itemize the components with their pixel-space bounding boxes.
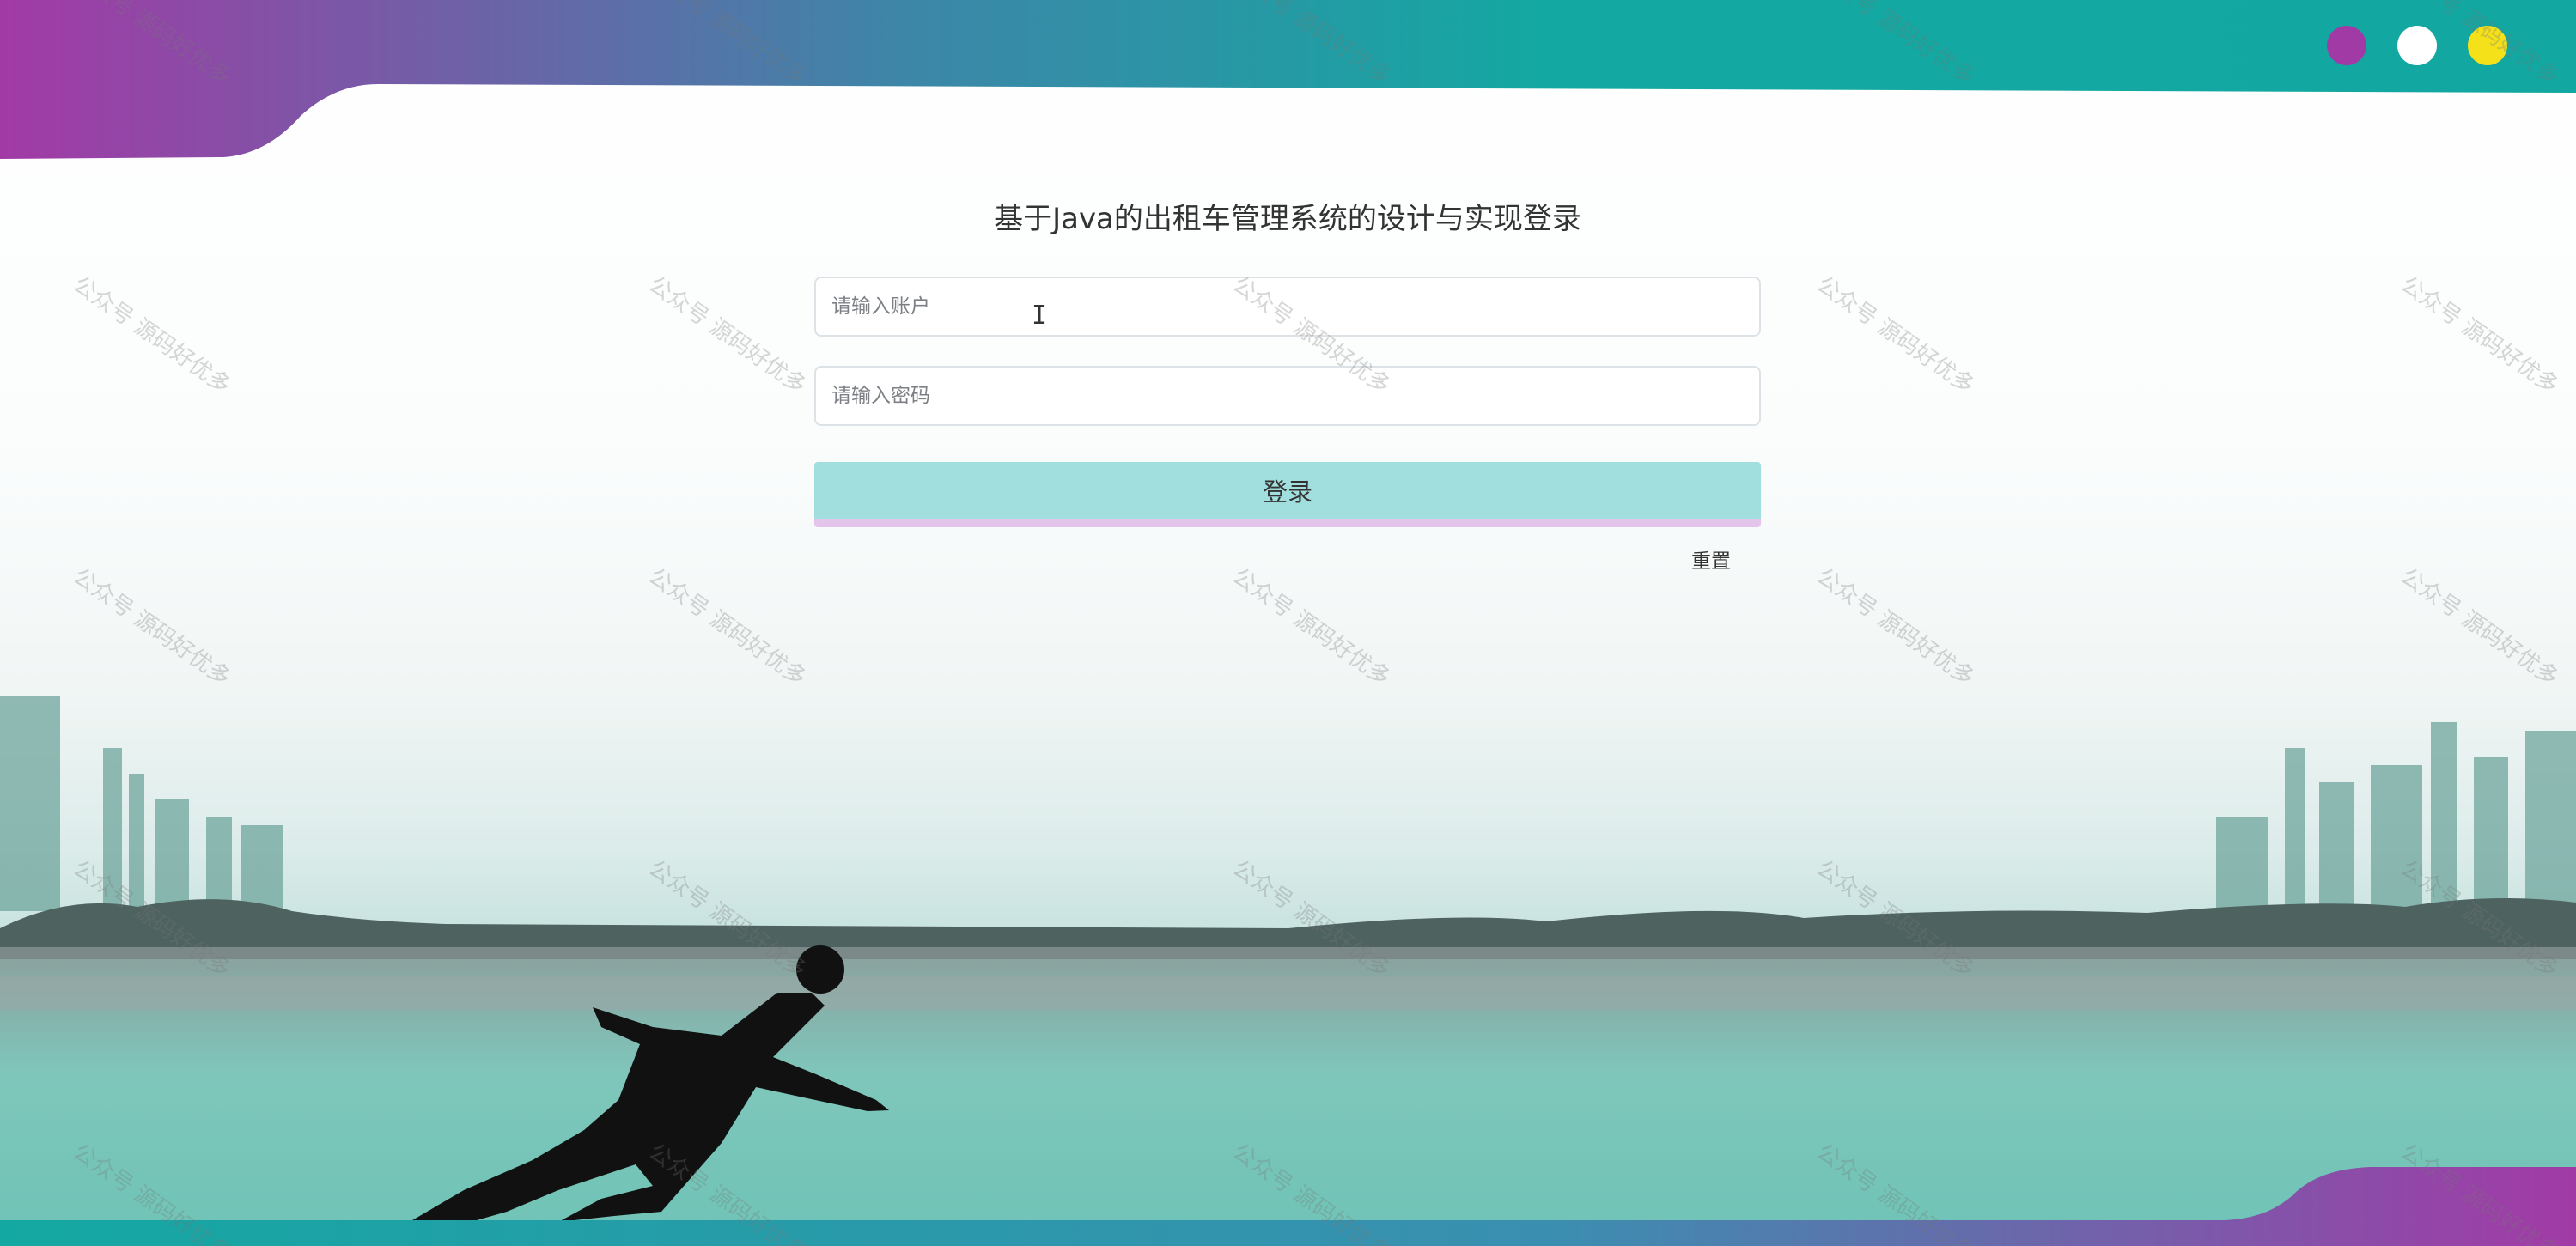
window-dots [2327,26,2507,65]
account-input[interactable] [814,277,1761,337]
text-cursor-icon: I [1032,301,1048,331]
watermark-text: 公众号 源码好优多 [643,271,811,399]
login-page: 基于Java的出租车管理系统的设计与实现登录 登录 重置 I 公众号 源码好优多… [0,0,2576,1246]
watermark-text: 公众号 源码好优多 [1227,563,1395,691]
login-title: 基于Java的出租车管理系统的设计与实现登录 [994,202,1581,236]
purple-dot[interactable] [2327,26,2366,65]
password-input[interactable] [814,366,1761,426]
yellow-dot[interactable] [2468,26,2507,65]
watermark-text: 公众号 源码好优多 [68,271,235,399]
bottom-band [0,1167,2576,1246]
top-banner [0,0,2576,159]
watermark-text: 公众号 源码好优多 [2396,271,2563,399]
login-form: 基于Java的出租车管理系统的设计与实现登录 登录 重置 [814,198,1761,574]
reset-button[interactable]: 重置 [814,544,1761,574]
login-button[interactable]: 登录 [814,462,1761,527]
watermark-text: 公众号 源码好优多 [643,563,811,691]
watermark-text: 公众号 源码好优多 [1812,271,1979,399]
watermark-text: 公众号 源码好优多 [2396,563,2563,691]
watermark-text: 公众号 源码好优多 [68,563,235,691]
white-dot[interactable] [2397,26,2437,65]
watermark-text: 公众号 源码好优多 [1812,563,1979,691]
